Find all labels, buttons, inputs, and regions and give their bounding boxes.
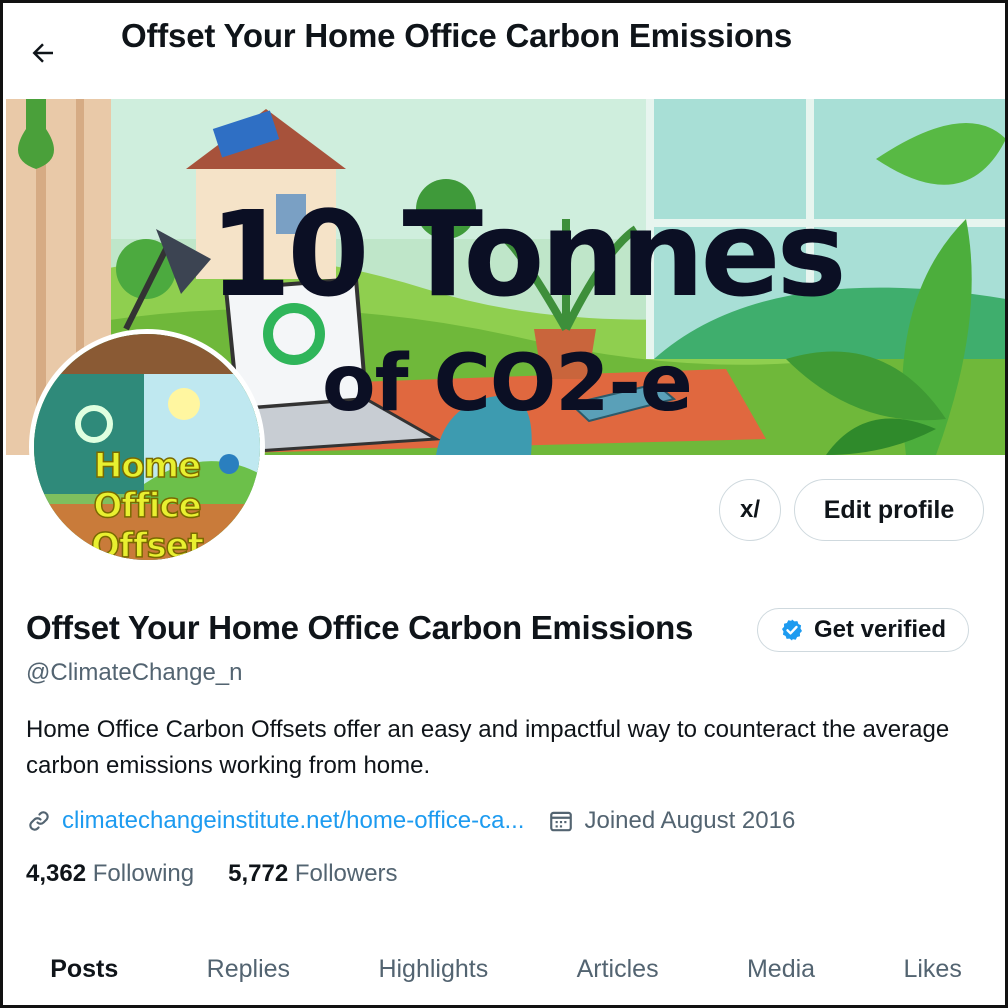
profile-handle: @ClimateChange_n: [26, 659, 243, 686]
following-label: Following: [92, 860, 195, 887]
following-count: 4,362: [26, 860, 87, 887]
tab-replies[interactable]: Replies: [162, 941, 334, 1005]
avatar-text-line: Office: [93, 485, 203, 527]
tab-highlights[interactable]: Highlights: [334, 941, 532, 1005]
link-icon: [29, 811, 49, 831]
banner-subheadline: of CO2-e: [322, 339, 693, 429]
tab-posts[interactable]: Posts: [6, 941, 162, 1005]
profile-tabs: Posts Replies Highlights Articles Media …: [6, 941, 1005, 1005]
joined-date: Joined August 2016: [548, 807, 795, 835]
avatar[interactable]: Home Office Offset: [29, 329, 265, 565]
followers-count: 5,772: [228, 860, 289, 887]
verified-badge-icon: [781, 619, 802, 641]
edit-profile-button[interactable]: Edit profile: [794, 479, 984, 541]
profile-name: Offset Your Home Office Carbon Emissions: [26, 609, 694, 646]
tab-media[interactable]: Media: [703, 941, 859, 1005]
avatar-text-line: Home: [93, 445, 202, 487]
get-verified-label: Get verified: [813, 616, 947, 643]
grok-icon: x/: [739, 496, 760, 523]
followers-label: Followers: [294, 860, 398, 887]
grok-button[interactable]: x/: [719, 479, 781, 541]
joined-date-text: Joined August 2016: [584, 807, 796, 834]
followers-link[interactable]: 5,772 Followers: [228, 860, 397, 888]
calendar-icon: [550, 811, 573, 832]
profile-meta: climatechangeinstitute.net/home-office-c…: [26, 803, 795, 839]
tab-likes[interactable]: Likes: [859, 941, 1005, 1005]
website-link-text: climatechangeinstitute.net/home-office-c…: [62, 807, 525, 834]
page-title: Offset Your Home Office Carbon Emissions: [121, 17, 793, 54]
profile-bio: Home Office Carbon Offsets offer an easy…: [26, 716, 950, 779]
website-link[interactable]: climatechangeinstitute.net/home-office-c…: [26, 807, 524, 835]
avatar-text-line: Offset: [90, 525, 205, 565]
banner-headline: 10 Tonnes: [209, 185, 846, 323]
arrow-left-icon: [32, 43, 53, 63]
top-bar: Offset Your Home Office Carbon Emissions: [3, 3, 1005, 99]
get-verified-button[interactable]: Get verified: [757, 608, 969, 652]
tab-articles[interactable]: Articles: [532, 941, 702, 1005]
follow-stats: 4,362 Following 5,772 Followers: [26, 860, 398, 888]
following-link[interactable]: 4,362 Following: [26, 860, 194, 888]
profile-page: Offset Your Home Office Carbon Emissions: [0, 0, 1008, 1008]
back-button[interactable]: [25, 35, 61, 71]
